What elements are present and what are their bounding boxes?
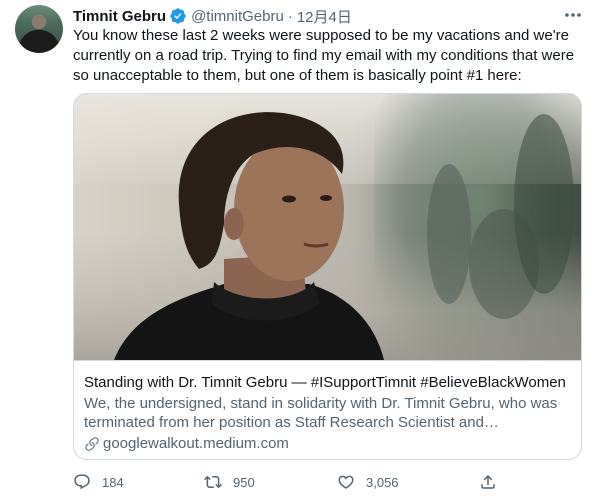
tweet-text: You know these last 2 weeks were suppose…: [73, 27, 575, 84]
retweet-icon: [204, 475, 222, 489]
heart-icon: [338, 475, 354, 489]
card-title: Standing with Dr. Timnit Gebru — #ISuppo…: [84, 374, 566, 391]
reply-count: 184: [102, 474, 124, 490]
reply-button[interactable]: 184: [73, 470, 124, 494]
separator-dot: ·: [287, 7, 293, 25]
like-count: 3,056: [366, 474, 399, 490]
link-icon: [85, 436, 99, 451]
card-link[interactable]: googlewalkout.medium.com: [84, 434, 571, 453]
like-button[interactable]: 3,056: [337, 470, 399, 494]
avatar[interactable]: [15, 5, 63, 53]
more-options-icon[interactable]: [562, 8, 584, 22]
verified-badge-icon: [170, 8, 186, 24]
action-bar: 184 950 3,056: [73, 470, 523, 494]
card-image: [74, 94, 581, 360]
card-description: We, the undersigned, stand in solidarity…: [84, 395, 558, 431]
retweet-button[interactable]: 950: [204, 470, 255, 494]
card-body: Standing with Dr. Timnit Gebru — #ISuppo…: [74, 360, 581, 453]
reply-icon: [74, 474, 90, 490]
link-card[interactable]: Standing with Dr. Timnit Gebru — #ISuppo…: [73, 93, 582, 460]
card-domain: googlewalkout.medium.com: [103, 435, 289, 452]
tweet[interactable]: Timnit Gebru @timnitGebru · 12月4日 You kn…: [0, 0, 598, 501]
share-icon: [481, 474, 495, 489]
share-button[interactable]: [479, 470, 497, 494]
tweet-header: Timnit Gebru @timnitGebru · 12月4日: [73, 6, 352, 26]
display-name[interactable]: Timnit Gebru: [73, 8, 166, 25]
retweet-count: 950: [233, 474, 255, 490]
timestamp[interactable]: 12月4日: [297, 6, 352, 27]
handle[interactable]: @timnitGebru: [191, 8, 284, 25]
